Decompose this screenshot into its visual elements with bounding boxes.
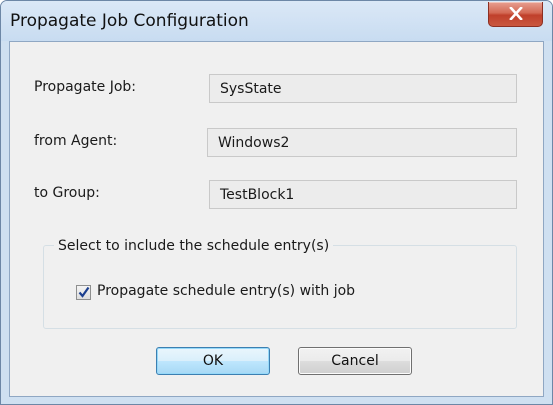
to-group-field: TestBlock1	[209, 180, 517, 209]
close-icon	[509, 7, 523, 20]
from-agent-field: Windows2	[207, 128, 517, 157]
to-group-label: to Group:	[34, 185, 100, 201]
propagate-schedule-checkbox[interactable]	[76, 285, 91, 300]
propagate-job-label: Propagate Job:	[34, 79, 136, 95]
title-bar[interactable]: Propagate Job Configuration	[1, 1, 552, 41]
cancel-button[interactable]: Cancel	[298, 347, 412, 375]
checkmark-icon	[78, 286, 90, 298]
ok-button[interactable]: OK	[156, 347, 270, 375]
propagate-job-field: SysState	[209, 74, 517, 103]
dialog-window: Propagate Job Configuration Propagate Jo…	[0, 0, 553, 405]
window-title: Propagate Job Configuration	[10, 11, 249, 31]
propagate-schedule-label[interactable]: Propagate schedule entry(s) with job	[97, 283, 355, 299]
dialog-content: Propagate Job: SysState from Agent: Wind…	[9, 41, 544, 397]
schedule-group-legend: Select to include the schedule entry(s)	[54, 238, 334, 254]
from-agent-label: from Agent:	[34, 133, 118, 149]
close-button[interactable]	[488, 2, 543, 27]
